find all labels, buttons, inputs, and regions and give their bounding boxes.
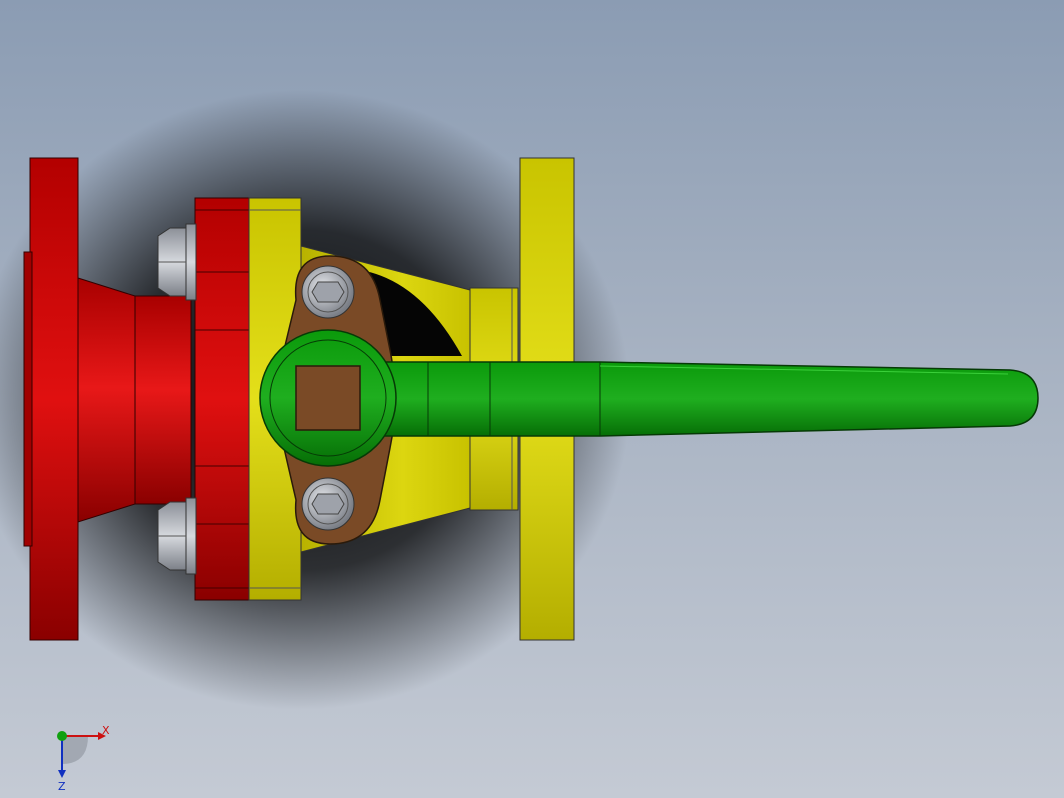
orientation-triad: X Z <box>57 724 110 792</box>
left-flange-face <box>23 251 33 547</box>
left-flange-plate[interactable] <box>29 157 79 641</box>
lever-handle[interactable] <box>259 329 1039 467</box>
cad-viewport[interactable] <box>0 0 1064 798</box>
triad-arc <box>62 736 88 764</box>
hex-bolt-bottom[interactable] <box>157 497 197 575</box>
left-body-flange[interactable] <box>194 197 250 601</box>
left-flange-hub[interactable] <box>77 277 136 523</box>
left-hub-neck[interactable] <box>134 295 192 505</box>
hex-bolt-top[interactable] <box>157 223 197 301</box>
triad-x-label: X <box>102 724 110 737</box>
stem-square <box>295 365 361 431</box>
triad-z-arrow <box>58 770 66 778</box>
socket-screw-bottom[interactable] <box>301 477 355 531</box>
triad-z-label: Z <box>58 780 66 792</box>
socket-screw-top[interactable] <box>301 265 355 319</box>
triad-y-axis <box>57 731 67 741</box>
